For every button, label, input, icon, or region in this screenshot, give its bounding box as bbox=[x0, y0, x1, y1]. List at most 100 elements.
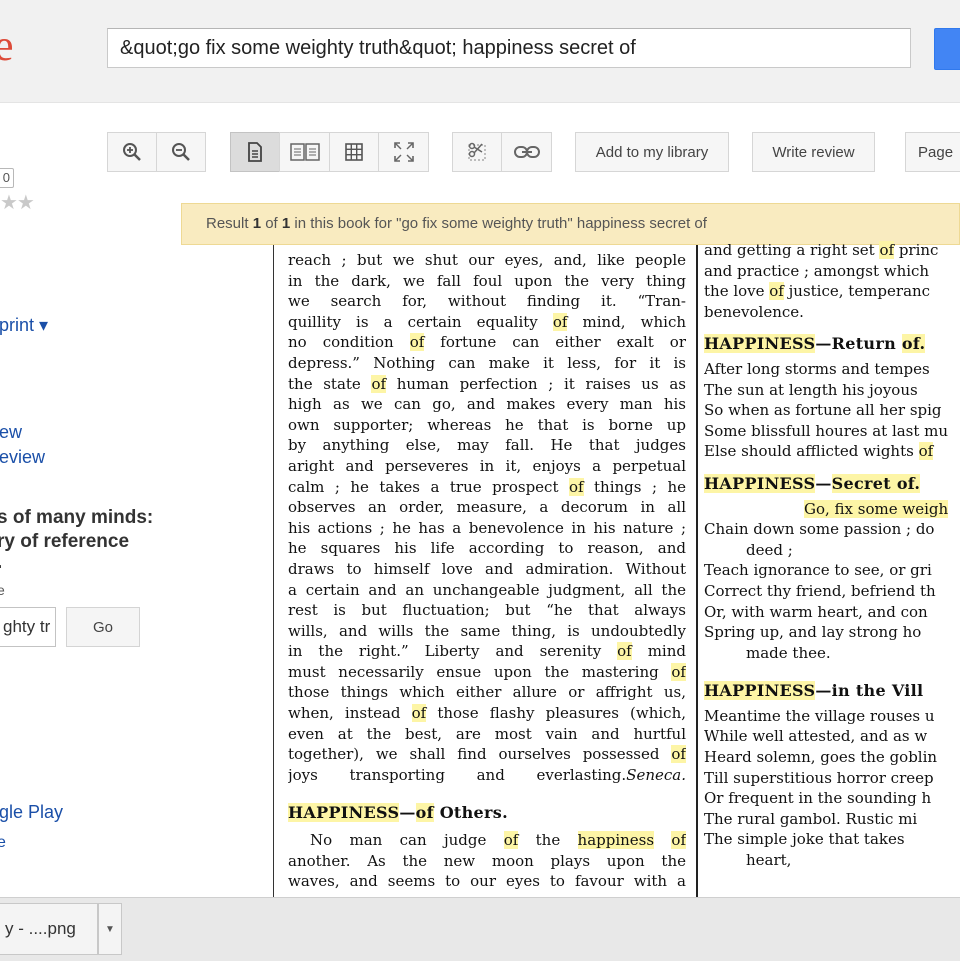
text-line: observes an order, measure, a decorum in… bbox=[288, 498, 686, 517]
search-highlight: of bbox=[671, 745, 686, 764]
text-line: joys transporting and everlasting.Seneca… bbox=[288, 765, 686, 784]
text-line: we search for, without finding it. “Tran… bbox=[288, 292, 686, 311]
zoom-out-icon bbox=[172, 143, 190, 161]
text-line: wills, and wills the same thing, is undo… bbox=[288, 621, 686, 640]
text-line: and getting a right set of princ bbox=[704, 241, 939, 259]
poem-line: The sun at length his joyous bbox=[704, 380, 918, 399]
poem-line: After long storms and tempes bbox=[704, 359, 930, 378]
poem-line: made thee. bbox=[746, 643, 831, 662]
poem-line: Heard solemn, goes the goblin bbox=[704, 748, 938, 767]
search-highlight: of bbox=[503, 831, 519, 850]
book-title-line-3: . bbox=[0, 552, 2, 574]
search-highlight: of bbox=[371, 374, 387, 393]
thumbnail-view-button[interactable] bbox=[329, 132, 379, 172]
right-text-column: and getting a right set of princ and pra… bbox=[704, 240, 960, 871]
two-page-view-button[interactable] bbox=[279, 132, 330, 172]
text-line: calm ; he takes a true prospect of thing… bbox=[288, 477, 686, 496]
poem-line: heart, bbox=[746, 851, 792, 870]
column-divider-rule bbox=[696, 245, 698, 897]
highlighted-quote: Go, fix some weigh bbox=[704, 499, 960, 520]
search-highlight: Go, fix some weigh bbox=[804, 499, 949, 518]
text-line: when, instead of those flashy pleasures … bbox=[288, 704, 686, 723]
result-prefix: Result bbox=[206, 215, 253, 232]
page-edge-rule bbox=[273, 245, 274, 897]
text-line: by anything else, may fall. He that judg… bbox=[288, 436, 686, 455]
poem-line: Correct thy friend, befriend th bbox=[704, 581, 936, 600]
download-item[interactable]: y - ....png bbox=[0, 903, 98, 955]
scissors-icon bbox=[468, 142, 486, 161]
section-heading: HAPPINESS—Return of. bbox=[704, 334, 926, 354]
sidebar-link[interactable]: e bbox=[0, 834, 6, 852]
search-highlight: of bbox=[617, 642, 632, 661]
grid-icon bbox=[345, 143, 363, 161]
page-selector-button[interactable]: Page bbox=[905, 132, 960, 172]
search-highlight: of bbox=[411, 704, 427, 723]
book-author-text: e bbox=[0, 582, 5, 598]
google-play-link[interactable]: gle Play bbox=[0, 802, 63, 823]
text-line: waves, and seems to our eyes to favour w… bbox=[288, 872, 686, 891]
text-line: in the dark, we fall foul upon the very … bbox=[288, 271, 686, 290]
download-bar bbox=[0, 897, 960, 961]
write-review-button[interactable]: Write review bbox=[752, 132, 875, 172]
text-line: in the right.” Liberty and serenity of m… bbox=[288, 642, 686, 661]
single-page-view-button[interactable] bbox=[230, 132, 280, 172]
result-total: 1 bbox=[281, 215, 291, 232]
text-line: even at the best, are most vain and hurt… bbox=[288, 724, 686, 743]
caret-down-icon: ▼ bbox=[105, 923, 115, 935]
search-in-book-input[interactable] bbox=[0, 607, 56, 647]
text-line: must necessarily ensue upon the masterin… bbox=[288, 662, 686, 681]
search-highlight: of bbox=[671, 662, 686, 681]
poem-line: deed ; bbox=[746, 540, 793, 559]
reviews-link[interactable]: ew bbox=[0, 422, 22, 443]
search-button[interactable] bbox=[934, 28, 960, 70]
poem-line: Or frequent in the sounding h bbox=[704, 789, 932, 808]
text-line: together), we shall find ourselves posse… bbox=[288, 745, 686, 764]
search-highlight: of bbox=[568, 477, 584, 496]
text-line: another. As the new moon plays upon the bbox=[288, 851, 686, 870]
section-heading: HAPPINESS—of Others. bbox=[288, 803, 508, 823]
text-line: no condition of fortune can either exalt… bbox=[288, 333, 686, 352]
poem-line: Some blissfull houres at last mu bbox=[704, 421, 949, 440]
text-line: depress.” Nothing can make it less, for … bbox=[288, 353, 686, 372]
poem-line: Meantime the village rouses u bbox=[704, 706, 935, 725]
poem-line: While well attested, and as w bbox=[704, 727, 928, 746]
fullscreen-button[interactable] bbox=[378, 132, 429, 172]
rating-count-box: 0 bbox=[0, 168, 14, 188]
link-button[interactable] bbox=[501, 132, 552, 172]
text-line: reach ; but we shut our eyes, and, like … bbox=[288, 251, 686, 269]
link-icon bbox=[513, 146, 540, 158]
clip-button[interactable] bbox=[452, 132, 502, 172]
citation: Seneca. bbox=[626, 765, 686, 784]
text-line: rest is but fluctuation; but “he that al… bbox=[288, 601, 686, 620]
google-books-logo[interactable]: e bbox=[0, 22, 14, 70]
write-review-link[interactable]: eview bbox=[0, 447, 45, 468]
poem-line: The simple joke that takes bbox=[704, 830, 905, 849]
zoom-in-icon bbox=[123, 143, 141, 161]
text-line: a certain and an unchangeable judgment, … bbox=[288, 580, 686, 599]
download-menu-button[interactable]: ▼ bbox=[98, 903, 122, 955]
text-line: the love of justice, temperanc bbox=[704, 282, 931, 301]
search-input[interactable] bbox=[107, 28, 911, 68]
print-edition-link[interactable]: print ▾ bbox=[0, 315, 48, 336]
search-highlight: of bbox=[409, 333, 425, 352]
text-line: quillity is a certain equality of mind, … bbox=[288, 312, 686, 331]
zoom-out-button[interactable] bbox=[156, 132, 206, 172]
result-suffix: in this book for "go fix some weighty tr… bbox=[290, 215, 707, 232]
single-page-icon bbox=[248, 142, 262, 162]
poem-line: Spring up, and lay strong ho bbox=[704, 623, 922, 642]
poem-line: Else should afflicted wights of bbox=[704, 442, 934, 461]
add-to-library-button[interactable]: Add to my library bbox=[575, 132, 729, 172]
result-of: of bbox=[261, 215, 282, 232]
left-text-column: reach ; but we shut our eyes, and, like … bbox=[288, 250, 686, 892]
poem-line: Or, with warm heart, and con bbox=[704, 602, 928, 621]
section-heading: HAPPINESS—Secret of. bbox=[704, 473, 921, 493]
go-button[interactable]: Go bbox=[66, 607, 140, 647]
zoom-in-button[interactable] bbox=[107, 132, 157, 172]
search-highlight: happiness bbox=[577, 831, 655, 850]
text-line: aright and perseveres in it, enjoys a pe… bbox=[288, 456, 686, 475]
search-highlight: of bbox=[552, 312, 568, 331]
poem-line: Chain down some passion ; do bbox=[704, 520, 935, 539]
